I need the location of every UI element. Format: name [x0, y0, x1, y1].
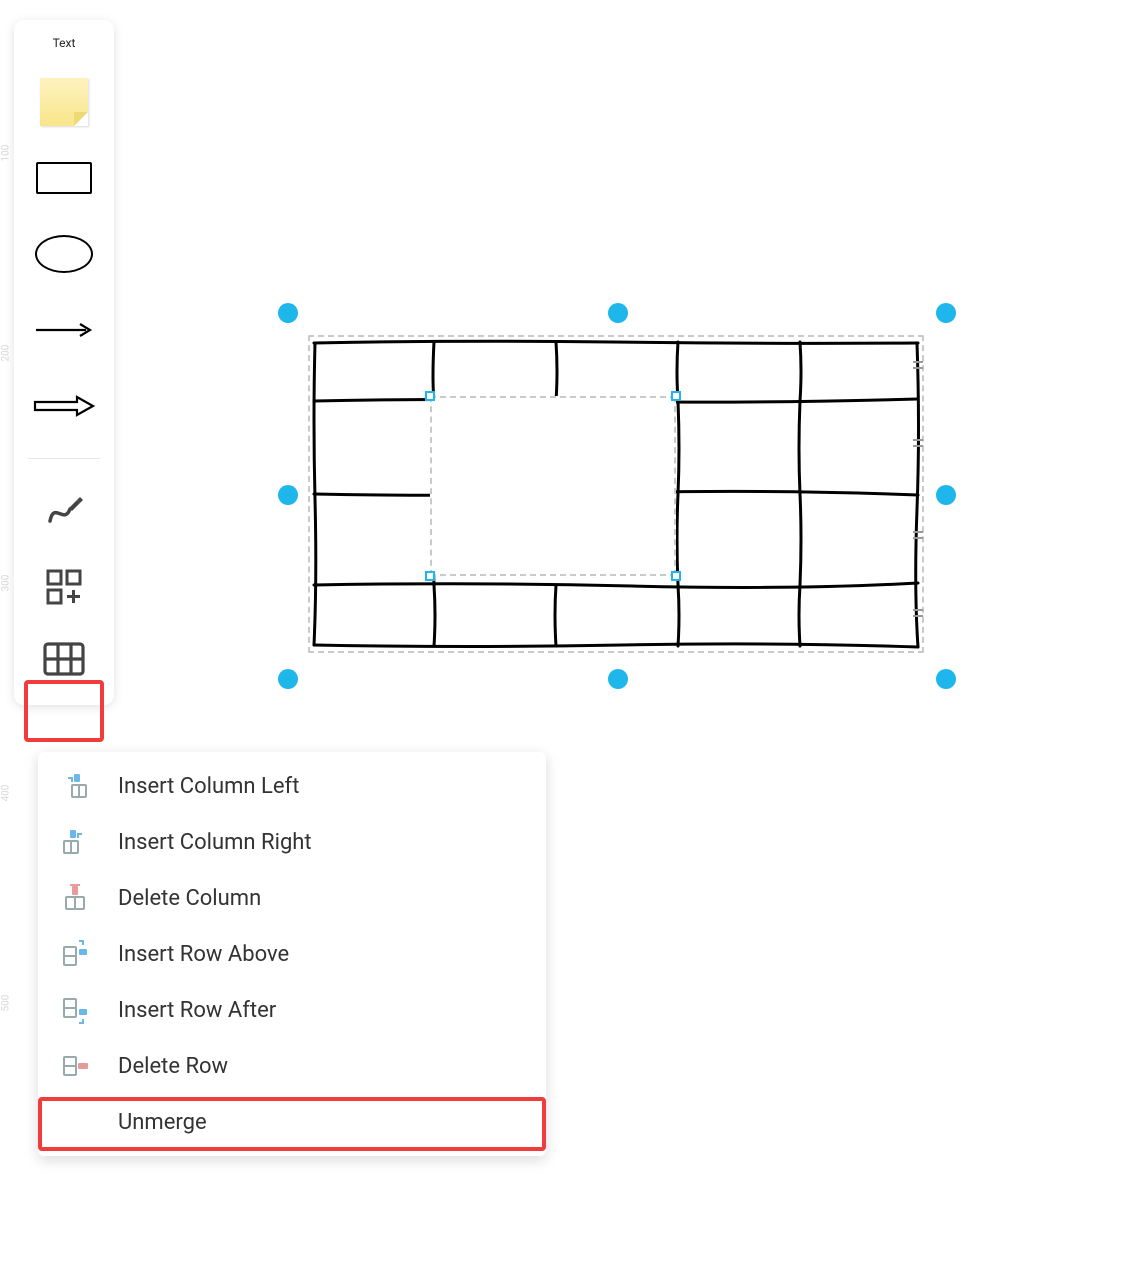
text-tool[interactable]: Text [47, 32, 82, 54]
menu-item-label: Unmerge [118, 1110, 207, 1135]
sticky-note-icon [40, 78, 88, 126]
cell-handle-bl[interactable] [425, 571, 435, 581]
ellipse-tool[interactable] [32, 226, 96, 282]
ruler: 100 200 300 400 500 [0, 0, 12, 1266]
sticky-note-tool[interactable] [32, 74, 96, 130]
ruler-mark: 300 [1, 580, 12, 592]
block-arrow-tool[interactable] [32, 378, 96, 434]
table-context-menu: Insert Column Left Insert Column Right D… [38, 752, 546, 1156]
insert-row-above-icon [58, 937, 92, 971]
shape-toolbar: Text [14, 20, 114, 705]
arrow-thin-icon [34, 320, 94, 340]
menu-insert-row-after[interactable]: Insert Row After [38, 982, 546, 1038]
ruler-mark: 200 [1, 350, 12, 362]
menu-delete-column[interactable]: Delete Column [38, 870, 546, 926]
cell-handle-br[interactable] [671, 571, 681, 581]
unmerge-icon [58, 1105, 92, 1139]
table-tool[interactable] [32, 631, 96, 687]
insert-column-right-icon [58, 825, 92, 859]
menu-insert-row-above[interactable]: Insert Row Above [38, 926, 546, 982]
menu-insert-column-right[interactable]: Insert Column Right [38, 814, 546, 870]
selection-handle-bm[interactable] [608, 669, 628, 689]
row-resize-handle[interactable] [912, 607, 924, 619]
menu-unmerge[interactable]: Unmerge [38, 1094, 546, 1150]
selection-handle-tl[interactable] [278, 303, 298, 323]
selection-handle-tr[interactable] [936, 303, 956, 323]
selection-handle-br[interactable] [936, 669, 956, 689]
rectangle-tool[interactable] [32, 150, 96, 206]
selection-handle-tm[interactable] [608, 303, 628, 323]
freehand-icon [44, 491, 84, 531]
menu-item-label: Insert Row Above [118, 942, 289, 967]
delete-row-icon [58, 1049, 92, 1083]
merged-cell-selection[interactable] [430, 396, 676, 576]
shapes-grid-icon [46, 569, 82, 605]
rectangle-icon [36, 162, 92, 194]
ruler-mark: 100 [1, 150, 12, 162]
row-resize-handle[interactable] [912, 359, 924, 371]
insert-row-after-icon [58, 993, 92, 1027]
menu-insert-column-left[interactable]: Insert Column Left [38, 758, 546, 814]
ruler-mark: 500 [1, 1000, 12, 1012]
selection-handle-ml[interactable] [278, 485, 298, 505]
delete-column-icon [58, 881, 92, 915]
insert-column-left-icon [58, 769, 92, 803]
row-resize-handle[interactable] [912, 437, 924, 449]
cell-handle-tr[interactable] [671, 391, 681, 401]
selection-handle-bl[interactable] [278, 669, 298, 689]
arrow-block-icon [33, 395, 95, 417]
canvas-table-selection[interactable] [308, 335, 924, 653]
menu-item-label: Insert Row After [118, 998, 276, 1023]
selection-handle-mr[interactable] [936, 485, 956, 505]
menu-item-label: Delete Row [118, 1054, 228, 1079]
menu-item-label: Insert Column Left [118, 774, 299, 799]
ruler-mark: 400 [1, 790, 12, 802]
freehand-tool[interactable] [32, 483, 96, 539]
menu-delete-row[interactable]: Delete Row [38, 1038, 546, 1094]
menu-item-label: Insert Column Right [118, 830, 312, 855]
table-icon [43, 642, 85, 676]
row-resize-handle[interactable] [912, 529, 924, 541]
cell-handle-tl[interactable] [425, 391, 435, 401]
toolbar-divider [28, 458, 100, 459]
menu-item-label: Delete Column [118, 886, 261, 911]
line-arrow-tool[interactable] [32, 302, 96, 358]
shapes-panel-tool[interactable] [32, 559, 96, 615]
ellipse-icon [35, 235, 93, 273]
